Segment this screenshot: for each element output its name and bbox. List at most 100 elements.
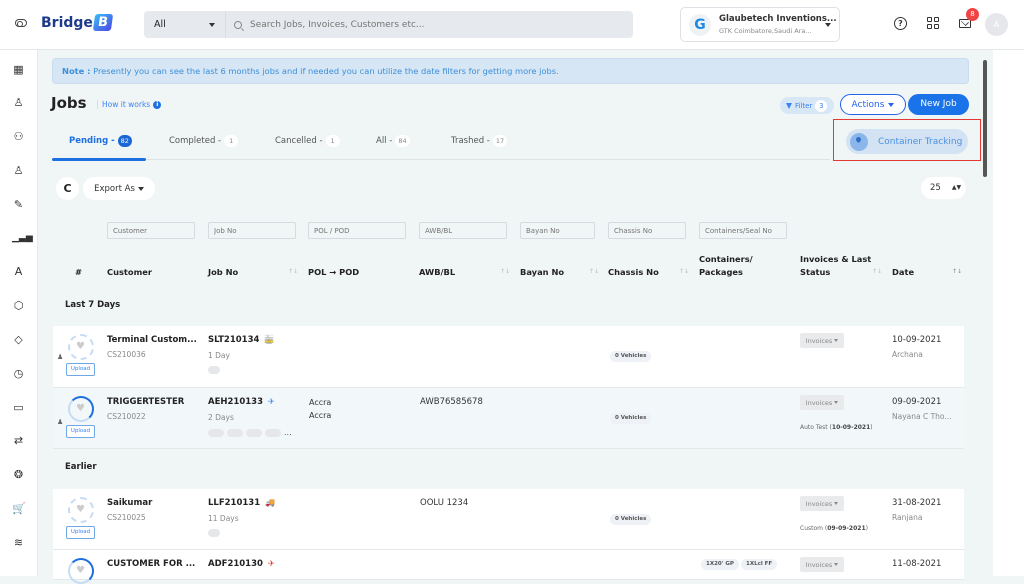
pol-pod-filter-input[interactable] [308, 222, 406, 239]
container-tracking-button[interactable]: Container Tracking [846, 129, 968, 154]
chevron-down-icon [834, 502, 839, 505]
layers-icon[interactable]: ≋ [12, 536, 25, 549]
more-pills[interactable]: ... [284, 428, 292, 437]
cart-icon[interactable]: 🛒 [12, 502, 26, 515]
refresh-button[interactable]: C [56, 177, 79, 200]
chassis-no-filter-input[interactable] [608, 222, 686, 239]
awb-number: OOLU 1234 [420, 498, 469, 508]
status-pill [208, 428, 224, 437]
customer-name[interactable]: TRIGGERTESTER [107, 397, 184, 407]
upload-button[interactable]: Upload [66, 526, 95, 539]
column-header-chassis-no[interactable]: Chassis No [608, 266, 659, 279]
upload-button[interactable]: Upload [66, 363, 95, 376]
clock-icon[interactable]: ◷ [12, 367, 25, 380]
created-by: Nayana C Tho... [892, 412, 952, 421]
invoices-dropdown[interactable]: Invoices [800, 333, 844, 348]
company-switcher[interactable]: G Glaubetech Inventions... GTK Coimbator… [680, 7, 840, 42]
font-icon[interactable]: A [12, 265, 25, 278]
containers-seal-filter-input[interactable] [699, 222, 787, 239]
active-tab-indicator [52, 158, 146, 161]
invoices-dropdown[interactable]: Invoices [800, 395, 844, 410]
job-no-filter-input[interactable] [208, 222, 296, 239]
top-bar: BridgeB All G Glaubetech Inventions... G… [0, 0, 1024, 50]
heart-icon: ♥ [76, 403, 85, 414]
container-badge: 1XLcl FF [741, 559, 778, 570]
map-pin-icon [850, 132, 868, 151]
job-number[interactable]: AEH210133 ✈ [208, 397, 275, 407]
search-scope-select[interactable]: All [144, 11, 226, 38]
repeat-icon[interactable]: ⇄ [12, 434, 25, 447]
tab-pending[interactable]: Pending -82 [69, 135, 132, 147]
column-header-invoices-status[interactable]: Invoices & Last Status [800, 253, 871, 279]
awb-bl-filter-input[interactable] [419, 222, 507, 239]
customer-name[interactable]: Saikumar [107, 498, 152, 508]
actions-dropdown[interactable]: Actions [840, 94, 906, 115]
table-row[interactable]: ♟ ♥ Upload Terminal Custom... CS210036 S… [53, 326, 964, 388]
customer-id: CS210025 [107, 513, 146, 522]
job-date: 31-08-2021 [892, 498, 942, 508]
column-header-customer[interactable]: Customer [107, 266, 152, 279]
chevron-down-icon [209, 22, 215, 27]
bar-chart-icon[interactable]: ▁▃▅ [12, 232, 33, 245]
container-tracking-label: Container Tracking [878, 136, 963, 147]
app-logo[interactable]: Bridge B [41, 14, 114, 31]
column-header-containers[interactable]: Containers/Packages [699, 253, 753, 279]
vehicles-badge: 0 Vehicles [610, 413, 652, 424]
tab-trashed[interactable]: Trashed -17 [451, 135, 508, 147]
tab-count: 82 [117, 135, 132, 147]
tab-all[interactable]: All -84 [376, 135, 410, 147]
upload-button[interactable]: Upload [66, 425, 95, 438]
search-input[interactable] [250, 19, 630, 30]
box-icon[interactable]: ⬡ [12, 299, 25, 312]
user-plus-icon[interactable]: ♙ [12, 164, 25, 177]
customer-filter-input[interactable] [107, 222, 195, 239]
help-icon[interactable]: ? [894, 17, 907, 30]
sort-icon[interactable]: ↑↓ [288, 268, 298, 275]
codesandbox-icon[interactable]: ❂ [12, 468, 25, 481]
sort-icon[interactable]: ↑↓ [872, 268, 882, 275]
how-it-works-link[interactable]: How it works i [97, 100, 162, 109]
users-icon[interactable]: ⚇ [12, 130, 25, 143]
dashboard-icon[interactable]: ▦ [12, 63, 25, 76]
column-header-date[interactable]: Date [892, 266, 914, 279]
job-number[interactable]: SLT210134 🚋 [208, 335, 274, 345]
job-number[interactable]: ADF210130 ✈ [208, 559, 275, 569]
sort-updown-icon: ▲▼ [951, 184, 962, 191]
sort-icon[interactable]: ↑↓ [589, 268, 599, 275]
export-dropdown[interactable]: Export As [83, 177, 155, 200]
tag-icon[interactable]: ◇ [12, 333, 25, 346]
column-header-bayan-no[interactable]: Bayan No [520, 266, 564, 279]
apps-grid-icon[interactable] [927, 17, 939, 29]
heart-icon: ♥ [76, 565, 85, 576]
sidebar-toggle-icon[interactable] [15, 19, 27, 27]
user-avatar[interactable]: A [985, 13, 1008, 36]
job-number[interactable]: LLF210131 🚚 [208, 498, 275, 508]
credit-card-icon[interactable]: ▭ [12, 401, 25, 414]
tab-cancelled[interactable]: Cancelled -1 [275, 135, 340, 147]
tab-completed[interactable]: Completed -1 [169, 135, 239, 147]
table-row[interactable]: ♥ Upload Saikumar CS210025 LLF210131 🚚 11… [53, 489, 964, 550]
column-header-job-no[interactable]: Job No [208, 266, 238, 279]
table-row[interactable]: ♟ ♥ Upload TRIGGERTESTER CS210022 AEH210… [53, 388, 964, 449]
tab-label: Pending - [69, 136, 115, 146]
chevron-down-icon [834, 563, 839, 566]
page-scrollbar[interactable] [983, 60, 987, 177]
filter-button[interactable]: Filter 3 [780, 97, 834, 114]
header-line: Invoices & Last [800, 254, 872, 264]
user-icon[interactable]: ♙ [12, 96, 25, 109]
sort-icon[interactable]: ↑↓ [952, 268, 962, 275]
column-header-awb-bl[interactable]: AWB/BL [419, 266, 455, 279]
info-note: Note : Presently you can see the last 6 … [52, 58, 969, 84]
new-job-button[interactable]: New Job [908, 94, 969, 115]
invoices-dropdown[interactable]: Invoices [800, 557, 844, 572]
sort-icon[interactable]: ↑↓ [500, 268, 510, 275]
customer-name[interactable]: Terminal Custom... [107, 335, 197, 345]
bayan-no-filter-input[interactable] [520, 222, 595, 239]
customer-name[interactable]: CUSTOMER FOR ... [107, 559, 195, 569]
column-header-pol-pod[interactable]: POL → POD [308, 266, 359, 279]
sort-icon[interactable]: ↑↓ [679, 268, 689, 275]
search-icon [234, 20, 242, 29]
edit-icon[interactable]: ✎ [12, 198, 25, 211]
invoices-dropdown[interactable]: Invoices [800, 496, 844, 511]
page-size-select[interactable]: 25 ▲▼ [921, 177, 966, 199]
